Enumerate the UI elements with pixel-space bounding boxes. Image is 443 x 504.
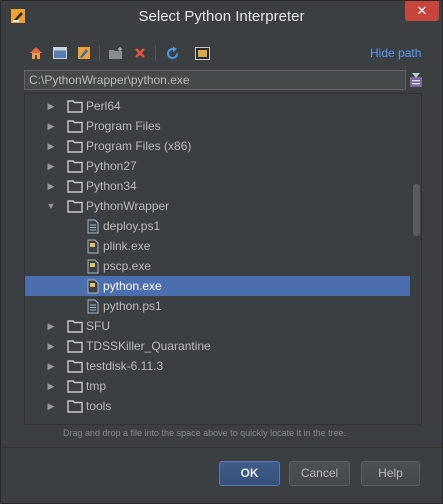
tree-folder-row[interactable]: ▶ TDSSKiller_Quarantine [25, 336, 410, 356]
tree-folder-row[interactable]: ▶ SFU [25, 316, 410, 336]
tree-item-label: PythonWrapper [86, 199, 170, 213]
select-interpreter-dialog: Select Python Interpreter ✕ Hide path C:… [0, 0, 443, 504]
tree-item-label: Python27 [86, 159, 137, 173]
tree-folder-row[interactable]: ▶ Program Files [25, 116, 410, 136]
file-chooser-toolbar [23, 44, 423, 64]
drag-drop-hint: Drag and drop a file into the space abov… [63, 428, 347, 438]
cancel-button[interactable]: Cancel [289, 461, 350, 486]
tree-item-label: Program Files [86, 119, 161, 133]
tree-folder-row[interactable]: ▶ testdisk-6.11.3 [25, 356, 410, 376]
tree-folder-row[interactable]: ▼ PythonWrapper [25, 196, 410, 216]
path-field[interactable] [24, 70, 406, 90]
collapsed-arrow-icon[interactable]: ▶ [46, 396, 56, 416]
tree-folder-row[interactable]: ▶ tmp [25, 376, 410, 396]
collapsed-arrow-icon[interactable]: ▶ [46, 316, 56, 336]
collapsed-arrow-icon[interactable]: ▶ [46, 116, 56, 136]
folder-icon [67, 339, 83, 353]
hide-path-link[interactable]: Hide path [370, 46, 421, 60]
folder-icon [67, 159, 83, 173]
project-icon[interactable] [75, 44, 93, 62]
tree-file-row[interactable]: python.ps1 [25, 296, 410, 316]
delete-icon[interactable] [131, 44, 149, 62]
executable-file-icon [87, 279, 103, 294]
tree-file-row[interactable]: deploy.ps1 [25, 216, 410, 236]
file-tree[interactable]: ▶ tools ▶ tmp ▶ testdisk-6.11.3 ▶ TDSSKiller_Qu… [24, 93, 422, 425]
executable-file-icon [87, 239, 103, 254]
tree-item-label: TDSSKiller_Quarantine [86, 339, 211, 353]
tree-item-label: tmp [86, 379, 107, 393]
toolbar-separator [99, 46, 100, 61]
home-icon[interactable] [27, 44, 45, 62]
folder-icon [67, 119, 83, 133]
tree-item-label: Program Files (x86) [86, 139, 192, 153]
close-button[interactable]: ✕ [405, 1, 439, 21]
tree-item-label: deploy.ps1 [103, 219, 161, 233]
file-icon [87, 219, 103, 234]
footer-divider [1, 447, 442, 448]
tree-item-label: Python34 [86, 179, 137, 193]
ok-button[interactable]: OK [219, 461, 280, 486]
tree-scrollbar-thumb[interactable] [413, 184, 420, 236]
help-button[interactable]: Help [361, 461, 420, 486]
tree-folder-row[interactable]: ▶ tools [25, 396, 410, 416]
tree-file-row[interactable]: python.exe [25, 276, 410, 296]
expanded-arrow-icon[interactable]: ▼ [46, 196, 56, 216]
tree-folder-row[interactable]: ▶ Python27 [25, 156, 410, 176]
tree-folder-row[interactable]: ▶ Perl64 [25, 96, 410, 116]
folder-icon [67, 199, 83, 213]
tree-item-label: pscp.exe [103, 259, 152, 273]
folder-icon [67, 99, 83, 113]
folder-icon [67, 359, 83, 373]
tree-folder-row[interactable]: ▶ Python34 [25, 176, 410, 196]
desktop-icon[interactable] [51, 44, 69, 62]
tree-item-label: SFU [86, 319, 110, 333]
collapsed-arrow-icon[interactable]: ▶ [46, 136, 56, 156]
toolbar-separator [155, 46, 156, 61]
collapsed-arrow-icon[interactable]: ▶ [46, 356, 56, 376]
folder-icon [67, 139, 83, 153]
new-folder-icon[interactable] [107, 44, 125, 62]
tree-item-label: tools [86, 399, 112, 413]
executable-file-icon [87, 259, 103, 274]
show-hidden-icon[interactable] [193, 44, 211, 62]
folder-icon [67, 179, 83, 193]
tree-scrollbar-track[interactable] [410, 94, 421, 424]
tree-file-row[interactable]: plink.exe [25, 236, 410, 256]
path-history-icon[interactable] [409, 72, 423, 88]
tree-item-label: python.ps1 [103, 299, 162, 313]
collapsed-arrow-icon[interactable]: ▶ [46, 176, 56, 196]
collapsed-arrow-icon[interactable]: ▶ [46, 336, 56, 356]
tree-item-label: Perl64 [86, 99, 121, 113]
folder-icon [67, 399, 83, 413]
tree-item-label: testdisk-6.11.3 [86, 359, 164, 373]
tree-file-row[interactable]: pscp.exe [25, 256, 410, 276]
dialog-title: Select Python Interpreter [138, 8, 305, 25]
refresh-icon[interactable] [163, 44, 181, 62]
title-bar[interactable]: Select Python Interpreter ✕ [1, 1, 442, 32]
collapsed-arrow-icon[interactable]: ▶ [46, 376, 56, 396]
file-icon [87, 299, 103, 314]
tree-item-label: python.exe [103, 279, 162, 293]
folder-icon [67, 319, 83, 333]
tree-item-label: plink.exe [103, 239, 151, 253]
path-input[interactable] [25, 71, 405, 89]
collapsed-arrow-icon[interactable]: ▶ [46, 96, 56, 116]
tree-folder-row[interactable]: ▶ Program Files (x86) [25, 136, 410, 156]
collapsed-arrow-icon[interactable]: ▶ [46, 156, 56, 176]
folder-icon [67, 379, 83, 393]
